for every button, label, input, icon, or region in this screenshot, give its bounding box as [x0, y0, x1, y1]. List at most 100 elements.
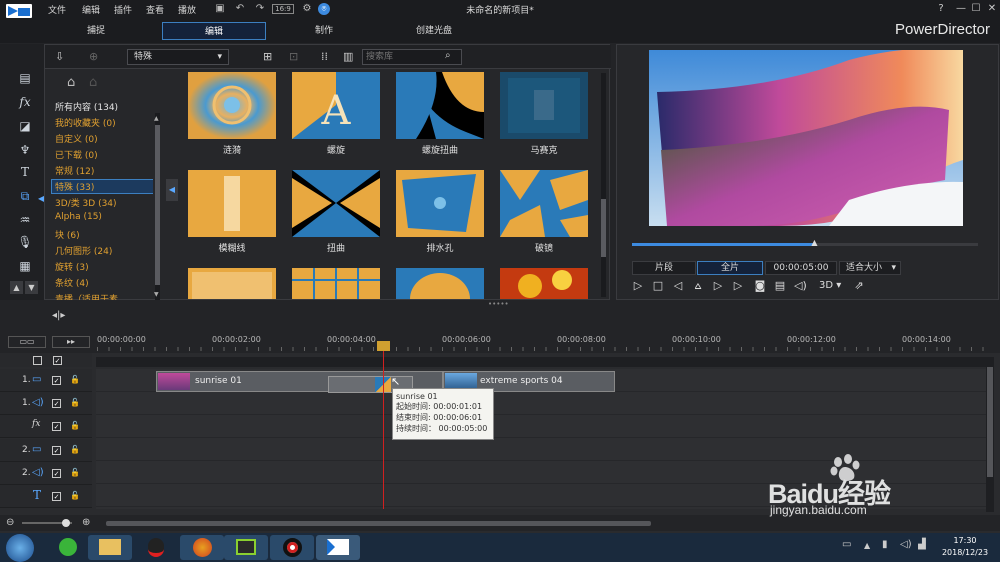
add-favorite-icon[interactable]: ⊡	[289, 50, 298, 63]
track-enable-checkbox[interactable]: ✓	[52, 446, 61, 455]
aspect-ratio-icon[interactable]: 16:9	[272, 4, 294, 14]
redo-icon[interactable]: ↷	[254, 3, 266, 15]
subtitle-icon[interactable]: ▤	[774, 280, 786, 292]
taskbar-recorder-icon[interactable]	[270, 535, 314, 560]
scroll-up-icon[interactable]: ▲	[10, 281, 23, 294]
clock-time[interactable]: 17:30	[940, 536, 990, 545]
tray-keyboard-icon[interactable]: ▭	[842, 539, 851, 550]
taskbar-qq-icon[interactable]	[134, 535, 178, 560]
menu-plugins[interactable]: 插件	[114, 3, 132, 16]
snap-icon[interactable]: ▸▸	[52, 336, 90, 348]
download-content-icon[interactable]: ⊕	[89, 50, 103, 63]
import-media-icon[interactable]: ⇩	[55, 50, 69, 63]
lock-icon[interactable]: 🔓	[70, 398, 80, 407]
close-button[interactable]: ✕	[985, 2, 999, 16]
category-item[interactable]: 已下载 (0)	[55, 148, 98, 161]
tray-network-icon[interactable]: ▟	[918, 539, 926, 550]
preview-scrubber[interactable]: ▲	[632, 238, 978, 247]
category-item[interactable]: 3D/类 3D (34)	[55, 196, 117, 209]
menu-view[interactable]: 查看	[146, 3, 164, 16]
taskbar-app-360-icon[interactable]	[46, 535, 90, 560]
transition-thumbnail-spiral[interactable]: A	[292, 72, 380, 139]
category-item[interactable]: Alpha (15)	[55, 212, 102, 222]
play-icon[interactable]: ▷	[632, 280, 644, 292]
search-icon[interactable]: ⌕	[445, 50, 451, 61]
enable-all-checkbox[interactable]: ✓	[53, 356, 62, 365]
timeline-ruler[interactable]: ▭▭ ▸▸ 00:00:00:00 00:00:02:00 00:00:04:0…	[0, 333, 1000, 353]
menu-file[interactable]: 文件	[48, 3, 66, 16]
track-manager-icon[interactable]: ▭▭	[8, 336, 46, 348]
category-item[interactable]: 常规 (12)	[55, 164, 94, 177]
audio-mixing-room-icon[interactable]: ♒	[17, 212, 33, 228]
fit-size-dropdown[interactable]: 适合大小 ▾	[839, 261, 901, 275]
clip-mode-button[interactable]: 片段	[632, 261, 696, 275]
stop-icon[interactable]: □	[652, 280, 664, 292]
help-button[interactable]: ?	[934, 2, 948, 16]
category-item[interactable]: 几何图形 (24)	[55, 244, 112, 257]
category-scrollbar[interactable]	[155, 113, 160, 301]
category-scroll-up-icon[interactable]: ▲	[154, 115, 159, 122]
category-item-selected[interactable]: 特殊 (33)	[51, 179, 153, 194]
movie-mode-button[interactable]: 全片	[697, 261, 763, 275]
snapshot-camera-icon[interactable]: ◙	[754, 280, 766, 292]
category-item[interactable]: 我的收藏夹 (0)	[55, 116, 116, 129]
zoom-slider-knob[interactable]	[62, 519, 70, 527]
lock-icon[interactable]: 🔓	[70, 375, 80, 384]
tray-device-icon[interactable]: ▮	[882, 539, 888, 550]
next-frame-icon[interactable]: ▷	[712, 280, 724, 292]
track-enable-checkbox[interactable]: ✓	[52, 422, 61, 431]
category-item[interactable]: 旋转 (3)	[55, 260, 89, 273]
preview-scrubber-handle-icon[interactable]: ▲	[811, 238, 819, 247]
minimize-button[interactable]: —	[954, 2, 968, 16]
3d-mode-button[interactable]: 3D ▾	[819, 280, 841, 291]
category-item[interactable]: 自定义 (0)	[55, 132, 98, 145]
transition-thumbnail[interactable]	[292, 268, 380, 299]
previous-frame-icon[interactable]: ◁	[672, 280, 684, 292]
transition-thumbnail-drain[interactable]	[396, 170, 484, 237]
transition-thumbnail-distort[interactable]	[292, 170, 380, 237]
panel-splitter-handle[interactable]: •••••	[488, 300, 509, 308]
transition-thumbnail-broken-mirror[interactable]	[500, 170, 588, 237]
timeline-horizontal-scrollbar[interactable]	[106, 521, 651, 526]
menu-play[interactable]: 播放	[178, 3, 196, 16]
add-tag-icon[interactable]: ⌂	[67, 75, 75, 90]
undo-icon[interactable]: ↶	[234, 3, 246, 15]
media-room-icon[interactable]: ▤	[17, 70, 33, 86]
lock-icon[interactable]: 🔓	[70, 468, 80, 477]
track-enable-checkbox[interactable]: ✓	[52, 492, 61, 501]
scroll-down-icon[interactable]: ▼	[25, 281, 38, 294]
track-enable-checkbox[interactable]: ✓	[52, 376, 61, 385]
voiceover-room-icon[interactable]: 🎙	[17, 234, 33, 250]
lock-icon[interactable]: 🔓	[70, 421, 80, 430]
taskbar-explorer-icon[interactable]	[88, 535, 132, 560]
category-item[interactable]: 块 (6)	[55, 228, 80, 241]
clock-date[interactable]: 2018/12/23	[934, 548, 996, 557]
start-button-icon[interactable]	[6, 534, 34, 562]
playhead-line[interactable]	[383, 343, 384, 509]
transition-room-icon[interactable]: ⧉	[17, 188, 33, 204]
timeline-vertical-scrollbar[interactable]	[986, 357, 994, 512]
maximize-button[interactable]: ☐	[969, 2, 983, 16]
split-icon[interactable]: ⩟	[692, 280, 704, 292]
taskbar-firefox-icon[interactable]	[180, 535, 224, 560]
tab-create-disc[interactable]: 创建光盘	[382, 22, 486, 40]
zoom-slider[interactable]	[22, 519, 72, 527]
save-icon[interactable]: ▣	[214, 3, 226, 15]
category-item[interactable]: 条纹 (4)	[55, 276, 89, 289]
settings-gear-icon[interactable]: ⚙	[301, 3, 313, 15]
category-item[interactable]: 所有内容 (134)	[55, 100, 118, 113]
zoom-out-icon[interactable]: ⊖	[6, 517, 14, 528]
library-scrollbar[interactable]	[601, 73, 606, 297]
select-all-checkbox[interactable]	[33, 356, 42, 365]
taskbar-video-app-icon[interactable]	[224, 535, 268, 560]
lock-icon[interactable]: 🔓	[70, 491, 80, 500]
fit-timeline-icon[interactable]: ◂|▸	[52, 310, 65, 321]
volume-icon[interactable]: ◁)	[794, 280, 807, 292]
tab-capture[interactable]: 捕捉	[44, 22, 148, 40]
chapter-room-icon[interactable]: ▦	[17, 258, 33, 274]
marker-track[interactable]	[96, 357, 986, 367]
fx-room-icon[interactable]: fx	[17, 94, 33, 110]
track-enable-checkbox[interactable]: ✓	[52, 469, 61, 478]
transition-thumbnail-spiral-twist[interactable]	[396, 72, 484, 139]
transition-thumbnail-ripple[interactable]	[188, 72, 276, 139]
